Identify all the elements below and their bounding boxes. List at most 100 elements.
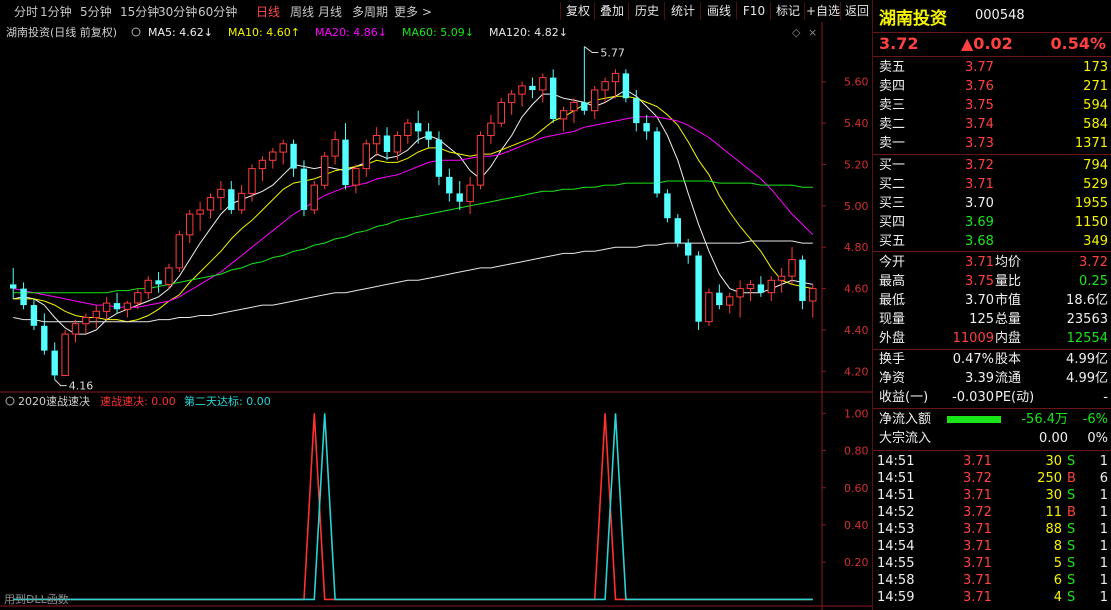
ask-volume: 173	[1083, 60, 1108, 75]
y-tick-label: 4.80	[844, 241, 869, 254]
timeframe-tab-7[interactable]: 周线	[290, 4, 314, 20]
flow-row-1: 大宗流入 0.00 0%	[873, 429, 1111, 448]
stock-name: 湖南投资	[879, 9, 947, 29]
candle	[695, 251, 702, 330]
kline-chart[interactable]: 湖南投资(日线 前复权) MA5: 4.62↓ MA10: 4.60↑ MA20: 4…	[0, 22, 872, 610]
close-icon[interactable]: ×	[808, 26, 817, 39]
price-change: ▲0.02	[961, 34, 1013, 53]
candle	[310, 181, 319, 215]
bid-label: 买五	[879, 234, 906, 249]
toolbar-button-3[interactable]: 统计	[664, 2, 701, 20]
candle	[674, 214, 681, 248]
candle	[705, 288, 713, 326]
bid-price: 3.68	[965, 234, 994, 249]
toolbar-button-7[interactable]: +自选	[804, 2, 841, 20]
bid-price: 3.69	[965, 215, 994, 230]
bid-row-0: 买一 3.72 794	[873, 156, 1111, 175]
timeframe-tab-9[interactable]: 多周期	[352, 4, 388, 20]
toolbar-button-8[interactable]: 返回	[840, 2, 873, 20]
ask-volume: 584	[1083, 117, 1108, 132]
tick-side: S	[1067, 590, 1076, 605]
ask-row-0: 卖五 3.77 173	[873, 58, 1111, 77]
stat-value: 3.72	[1079, 255, 1108, 270]
indicator-legend-0: 速战速决: 0.00	[100, 395, 176, 408]
fund-value: 3.39	[965, 371, 994, 386]
y-tick-label: 5.40	[844, 117, 869, 130]
stat-value: 125	[969, 312, 994, 327]
stat-label: 外盘	[879, 331, 906, 346]
tick-row-8: 14:59 3.71 4 S 1	[873, 588, 1111, 607]
candle	[664, 189, 671, 223]
bid-label: 买三	[879, 196, 906, 211]
bid-label: 买一	[879, 158, 906, 173]
toolbar-button-2[interactable]: 历史	[628, 2, 665, 20]
stat-label: 今开	[879, 255, 906, 270]
stat-label: 市值	[995, 293, 1022, 308]
stat-row-2: 最低 3.70 市值 18.6亿	[873, 291, 1111, 310]
bid-row-1: 买二 3.71 529	[873, 175, 1111, 194]
y-tick-label: 4.40	[844, 324, 869, 337]
legend-ma-2: MA20: 4.86↓	[315, 26, 387, 39]
fund-label: 换手	[879, 352, 906, 367]
toolbar-button-6[interactable]: 标记	[770, 2, 805, 20]
legend-ma-1: MA10: 4.60↑	[228, 26, 300, 39]
candle	[321, 152, 329, 190]
y-tick-label: 4.60	[844, 283, 869, 296]
stat-value: 0.25	[1079, 274, 1108, 289]
fund-value: 4.99亿	[1066, 352, 1108, 367]
candle	[175, 230, 184, 273]
stat-label: 均价	[995, 255, 1022, 270]
tick-count: 1	[1099, 590, 1108, 605]
timeframe-tab-10[interactable]: 更多 >	[394, 4, 432, 20]
indicator-name: 2020速战速决	[18, 395, 90, 408]
timeframe-tab-3[interactable]: 15分钟	[120, 4, 159, 20]
toolbar-button-1[interactable]: 叠加	[594, 2, 629, 20]
candle	[476, 131, 485, 190]
flow-pct: 0%	[1087, 431, 1108, 446]
timeframe-tab-2[interactable]: 5分钟	[80, 4, 112, 20]
stat-label: 最高	[879, 274, 906, 289]
toolbar-button-0[interactable]: 复权	[560, 2, 595, 20]
indicator-y-tick: 0.40	[844, 519, 869, 532]
stat-value: 3.75	[965, 274, 994, 289]
stock-code: 000548	[975, 8, 1025, 23]
timeframe-tab-0[interactable]: 分时	[14, 4, 38, 20]
flow-row-0: 净流入额 -56.4万 -6%	[873, 410, 1111, 429]
bid-price: 3.70	[965, 196, 994, 211]
high-annotation: 5.77	[600, 47, 625, 60]
indicator-y-tick: 1.00	[844, 407, 869, 420]
fund-row-0: 换手 0.47% 股本 4.99亿	[873, 350, 1111, 369]
flow-value: -56.4万	[1021, 412, 1068, 427]
bid-row-4: 买五 3.68 349	[873, 232, 1111, 251]
stat-row-0: 今开 3.71 均价 3.72	[873, 253, 1111, 272]
flow-label: 大宗流入	[879, 431, 932, 446]
flow-pct: -6%	[1082, 412, 1108, 427]
stat-label: 总量	[995, 312, 1022, 327]
ask-price: 3.74	[965, 117, 994, 132]
fund-label: PE(动)	[995, 390, 1035, 405]
toolbar-button-5[interactable]: F10	[736, 2, 771, 20]
legend-ma-3: MA60: 5.09↓	[402, 26, 474, 39]
chart-toolbar: 分时 1分钟 5分钟 15分钟 30分钟 60分钟 日线 周线 月线 多周期 更多 > 复权 叠加 历史统…	[0, 0, 872, 23]
ask-volume: 594	[1083, 98, 1108, 113]
ask-volume: 271	[1083, 79, 1108, 94]
ask-label: 卖四	[879, 79, 906, 94]
diamond-icon[interactable]: ◇	[792, 26, 801, 39]
stat-value: 23563	[1066, 312, 1108, 327]
bid-volume: 529	[1083, 177, 1108, 192]
timeframe-tab-6[interactable]: 日线	[256, 4, 280, 20]
flow-value: 0.00	[1039, 431, 1068, 446]
candle	[300, 160, 308, 217]
legend-ma-4: MA120: 4.82↓	[489, 26, 568, 39]
toolbar-button-4[interactable]: 画线	[700, 2, 737, 20]
timeframe-tab-5[interactable]: 60分钟	[198, 4, 237, 20]
indicator-y-tick: 0.20	[844, 556, 869, 569]
candle	[497, 98, 506, 128]
fund-label: 流通	[995, 371, 1022, 386]
timeframe-tab-1[interactable]: 1分钟	[40, 4, 72, 20]
stat-label: 内盘	[995, 331, 1022, 346]
timeframe-tab-4[interactable]: 30分钟	[158, 4, 197, 20]
candle	[165, 263, 173, 289]
timeframe-tab-8[interactable]: 月线	[318, 4, 342, 20]
fund-value: -0.030	[952, 390, 994, 405]
